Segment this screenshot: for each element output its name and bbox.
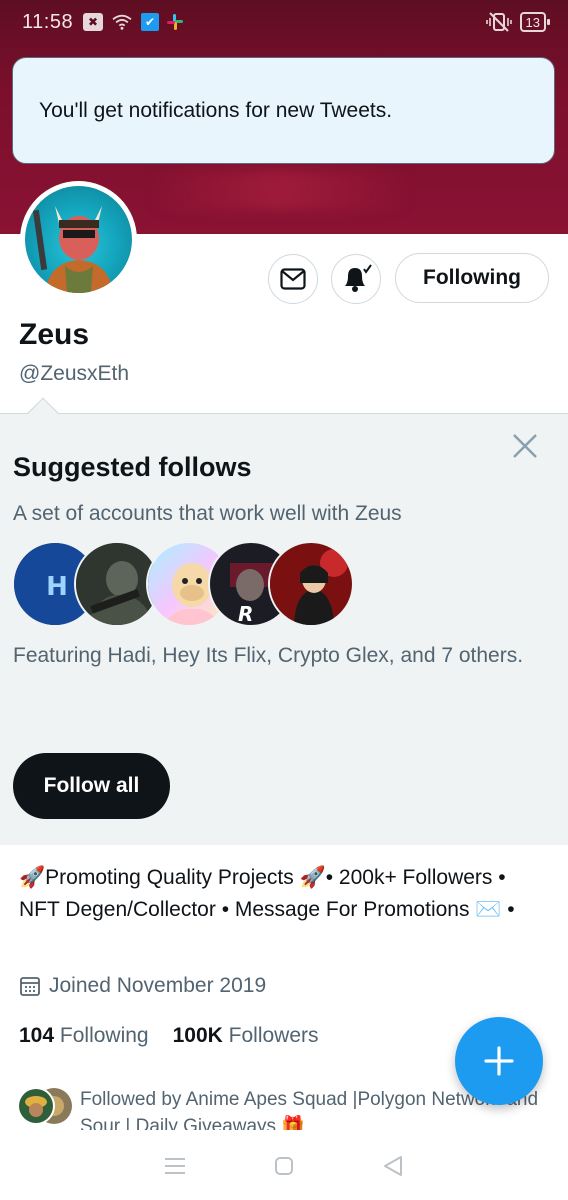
notifications-button[interactable] bbox=[331, 254, 381, 304]
avatar-image bbox=[25, 186, 132, 293]
compose-plus-icon bbox=[484, 1046, 514, 1076]
calendar-icon bbox=[20, 977, 40, 996]
following-count: 104 bbox=[19, 1024, 55, 1047]
following-button[interactable]: Following bbox=[395, 253, 549, 303]
followers-count: 100K bbox=[172, 1024, 223, 1047]
system-navigation-bar bbox=[0, 1132, 568, 1200]
followed-by-avatars bbox=[16, 1086, 76, 1126]
status-notification-icons: ✖ ✔ bbox=[83, 13, 184, 31]
followers-label: Followers bbox=[228, 1024, 319, 1047]
vibrate-off-icon bbox=[485, 12, 512, 32]
suggested-featuring-text: Featuring Hadi, Hey Its Flix, Crypto Gle… bbox=[13, 644, 524, 667]
status-bar: 11:58 ✖ ✔ 13 bbox=[0, 0, 568, 44]
svg-text:H: H bbox=[46, 572, 68, 602]
svg-text:R: R bbox=[238, 602, 253, 626]
follow-all-button[interactable]: Follow all bbox=[13, 753, 170, 819]
profile-name: Zeus bbox=[19, 318, 90, 351]
home-nav-icon[interactable] bbox=[273, 1155, 295, 1177]
wifi-icon bbox=[112, 14, 132, 30]
followers-stat[interactable]: 100K Followers bbox=[173, 1024, 319, 1048]
close-icon[interactable] bbox=[508, 429, 542, 463]
suggested-avatar[interactable] bbox=[268, 541, 354, 627]
message-icon bbox=[280, 268, 306, 290]
menu-nav-icon[interactable] bbox=[164, 1157, 186, 1175]
joined-date: Joined November 2019 bbox=[19, 974, 266, 998]
status-time: 11:58 bbox=[22, 10, 74, 33]
following-stat[interactable]: 104 Following bbox=[19, 1024, 149, 1048]
toast-message: You'll get notifications for new Tweets. bbox=[39, 98, 393, 122]
profile-handle: @ZeusxEth bbox=[19, 362, 130, 385]
following-label: Following bbox=[59, 1024, 149, 1047]
slack-app-icon bbox=[167, 14, 184, 30]
back-nav-icon[interactable] bbox=[382, 1155, 404, 1177]
banner-texture bbox=[150, 170, 410, 210]
battery-indicator: 13 bbox=[519, 12, 551, 32]
message-button[interactable] bbox=[268, 254, 318, 304]
compose-tweet-button[interactable] bbox=[455, 1017, 543, 1105]
joined-text: Joined November 2019 bbox=[49, 974, 267, 997]
profile-bio: 🚀Promoting Quality Projects 🚀• 200k+ Fol… bbox=[19, 866, 515, 921]
suggested-follows-subtitle: A set of accounts that work well with Ze… bbox=[13, 502, 402, 525]
status-right-icons: 13 bbox=[485, 12, 551, 32]
suggested-avatars[interactable]: H R bbox=[12, 541, 354, 627]
follow-stats: 104 Following 100K Followers bbox=[19, 1024, 319, 1048]
notification-bell-icon bbox=[345, 264, 372, 292]
notification-toast: You'll get notifications for new Tweets. bbox=[12, 57, 555, 164]
avatar-illustration bbox=[32, 206, 113, 293]
app-notification-icon: ✖ bbox=[83, 13, 104, 31]
twitter-app-icon: ✔ bbox=[141, 13, 160, 31]
profile-avatar[interactable] bbox=[20, 181, 137, 298]
suggested-follows-title: Suggested follows bbox=[13, 452, 252, 482]
